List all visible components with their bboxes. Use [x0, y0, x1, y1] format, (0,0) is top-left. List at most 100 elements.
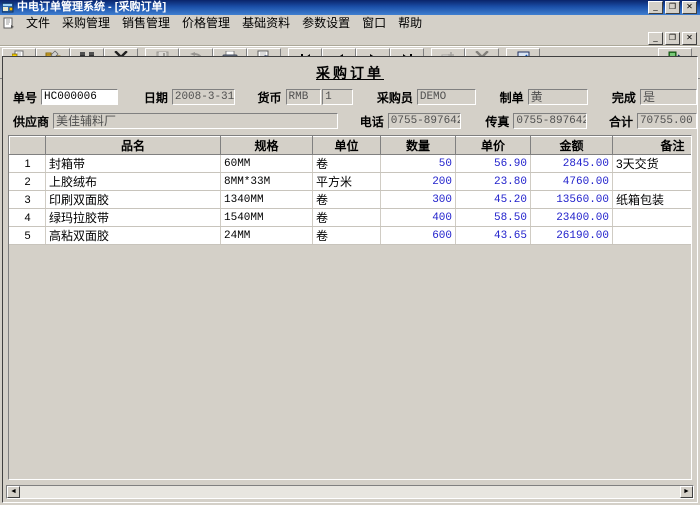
menu-bar: 文件 采购管理 销售管理 价格管理 基础资料 参数设置 窗口 帮助: [0, 15, 700, 32]
col-header-rownum[interactable]: [9, 136, 46, 155]
cell-remark[interactable]: [612, 208, 691, 227]
phone-label: 电话: [359, 114, 384, 129]
cell-qty[interactable]: 50: [380, 154, 456, 173]
col-header-qty[interactable]: 数量: [380, 136, 456, 155]
table-row[interactable]: 3 印刷双面胶 1340MM 卷 300 45.20 13560.00 纸箱包装: [9, 190, 691, 209]
cell-price[interactable]: 43.65: [455, 226, 531, 245]
cell-name[interactable]: 高粘双面胶: [45, 226, 221, 245]
window-controls: _ ❐ ✕: [648, 1, 698, 14]
cell-unit[interactable]: 卷: [312, 208, 381, 227]
cell-qty[interactable]: 300: [380, 190, 456, 209]
horizontal-scrollbar[interactable]: ◄ ►: [6, 485, 694, 499]
cell-unit[interactable]: 平方米: [312, 172, 381, 191]
purchase-order-form: 采购订单 单号 HC000006 日期 2008-3-31 货币 RMB 1 采…: [2, 56, 698, 503]
col-header-amount[interactable]: 金额: [530, 136, 613, 155]
child-close-button[interactable]: ✕: [682, 32, 697, 45]
order-items-grid[interactable]: 品名 规格 单位 数量 单价 金额 备注 1 封箱带 60MM 卷 50 56.…: [8, 135, 692, 480]
cell-remark[interactable]: [612, 226, 691, 245]
col-header-price[interactable]: 单价: [455, 136, 531, 155]
currency-label: 货币: [257, 90, 282, 105]
col-header-spec[interactable]: 规格: [220, 136, 313, 155]
col-header-unit[interactable]: 单位: [312, 136, 381, 155]
cell-unit[interactable]: 卷: [312, 190, 381, 209]
cell-name[interactable]: 绿玛拉胶带: [45, 208, 221, 227]
row-number: 3: [9, 190, 46, 209]
minimize-button[interactable]: _: [648, 1, 663, 14]
maker-input[interactable]: 黄: [527, 89, 588, 105]
child-maximize-button[interactable]: ❐: [665, 32, 680, 45]
cell-unit[interactable]: 卷: [312, 154, 381, 173]
cell-name[interactable]: 上胶绒布: [45, 172, 221, 191]
cell-qty[interactable]: 400: [380, 208, 456, 227]
window-title: 中电订单管理系统 - [采购订单]: [17, 1, 167, 13]
col-header-remark[interactable]: 备注: [612, 136, 691, 155]
menu-item-basedata[interactable]: 基础资料: [236, 15, 296, 31]
date-input[interactable]: 2008-3-31: [171, 89, 236, 105]
currency-rate-input[interactable]: 1: [322, 89, 353, 105]
cell-spec[interactable]: 1540MM: [220, 208, 313, 227]
form-row-1: 单号 HC000006 日期 2008-3-31 货币 RMB 1 采购员 DE…: [3, 87, 697, 107]
scrollbar-track[interactable]: [20, 486, 680, 498]
order-items-table: 品名 规格 单位 数量 单价 金额 备注 1 封箱带 60MM 卷 50 56.…: [9, 136, 691, 245]
row-number: 1: [9, 154, 46, 173]
fax-input[interactable]: 0755-8976429: [513, 113, 587, 129]
menu-item-window[interactable]: 窗口: [356, 15, 392, 31]
supplier-input[interactable]: 美佳辅料厂: [53, 113, 338, 129]
currency-input[interactable]: RMB: [285, 89, 322, 105]
cell-price[interactable]: 58.50: [455, 208, 531, 227]
table-header-row: 品名 规格 单位 数量 单价 金额 备注: [9, 136, 691, 155]
window-titlebar: 中电订单管理系统 - [采购订单] _ ❐ ✕: [0, 0, 700, 15]
cell-amount: 2845.00: [530, 154, 613, 173]
scroll-left-button[interactable]: ◄: [7, 486, 20, 498]
child-minimize-button[interactable]: _: [648, 32, 663, 45]
grid-empty-area: [9, 245, 691, 479]
cell-remark[interactable]: 纸箱包装: [612, 190, 691, 209]
total-input[interactable]: 70755.00: [636, 113, 698, 129]
row-number: 4: [9, 208, 46, 227]
cell-amount: 23400.00: [530, 208, 613, 227]
cell-remark[interactable]: [612, 172, 691, 191]
scroll-right-icon: ►: [683, 488, 690, 495]
order-no-input[interactable]: HC000006: [41, 89, 118, 105]
cell-price[interactable]: 23.80: [455, 172, 531, 191]
app-window-icon: [2, 2, 14, 14]
menu-item-purchase[interactable]: 采购管理: [56, 15, 116, 31]
finished-input[interactable]: 是: [639, 89, 697, 105]
child-maximize-icon: ❐: [668, 33, 677, 42]
cell-spec[interactable]: 24MM: [220, 226, 313, 245]
document-icon[interactable]: [2, 17, 16, 30]
table-row[interactable]: 5 高粘双面胶 24MM 卷 600 43.65 26190.00: [9, 226, 691, 245]
cell-spec[interactable]: 1340MM: [220, 190, 313, 209]
table-row[interactable]: 4 绿玛拉胶带 1540MM 卷 400 58.50 23400.00: [9, 208, 691, 227]
menu-item-sales[interactable]: 销售管理: [116, 15, 176, 31]
phone-input[interactable]: 0755-8976427: [387, 113, 462, 129]
cell-amount: 13560.00: [530, 190, 613, 209]
cell-price[interactable]: 45.20: [455, 190, 531, 209]
row-number: 2: [9, 172, 46, 191]
order-no-label: 单号: [13, 90, 38, 105]
buyer-label: 采购员: [376, 90, 413, 105]
menu-item-help[interactable]: 帮助: [392, 15, 428, 31]
scroll-right-button[interactable]: ►: [680, 486, 693, 498]
cell-name[interactable]: 印刷双面胶: [45, 190, 221, 209]
menu-item-pricing[interactable]: 价格管理: [176, 15, 236, 31]
menu-item-params[interactable]: 参数设置: [296, 15, 356, 31]
cell-unit[interactable]: 卷: [312, 226, 381, 245]
buyer-input[interactable]: DEMO: [416, 89, 476, 105]
menu-item-file[interactable]: 文件: [20, 15, 56, 31]
cell-remark[interactable]: 3天交货: [612, 154, 691, 173]
table-row[interactable]: 2 上胶绒布 8MM*33M 平方米 200 23.80 4760.00: [9, 172, 691, 191]
close-button[interactable]: ✕: [682, 1, 697, 14]
cell-spec[interactable]: 60MM: [220, 154, 313, 173]
cell-price[interactable]: 56.90: [455, 154, 531, 173]
cell-qty[interactable]: 200: [380, 172, 456, 191]
table-body: 1 封箱带 60MM 卷 50 56.90 2845.00 3天交货 2 上胶绒…: [9, 154, 691, 245]
col-header-name[interactable]: 品名: [45, 136, 221, 155]
cell-qty[interactable]: 600: [380, 226, 456, 245]
maximize-button[interactable]: ❐: [665, 1, 680, 14]
page-title: 采购订单: [316, 65, 384, 81]
cell-name[interactable]: 封箱带: [45, 154, 221, 173]
table-row[interactable]: 1 封箱带 60MM 卷 50 56.90 2845.00 3天交货: [9, 154, 691, 173]
cell-spec[interactable]: 8MM*33M: [220, 172, 313, 191]
mdi-child-controls: _ ❐ ✕: [0, 32, 700, 46]
